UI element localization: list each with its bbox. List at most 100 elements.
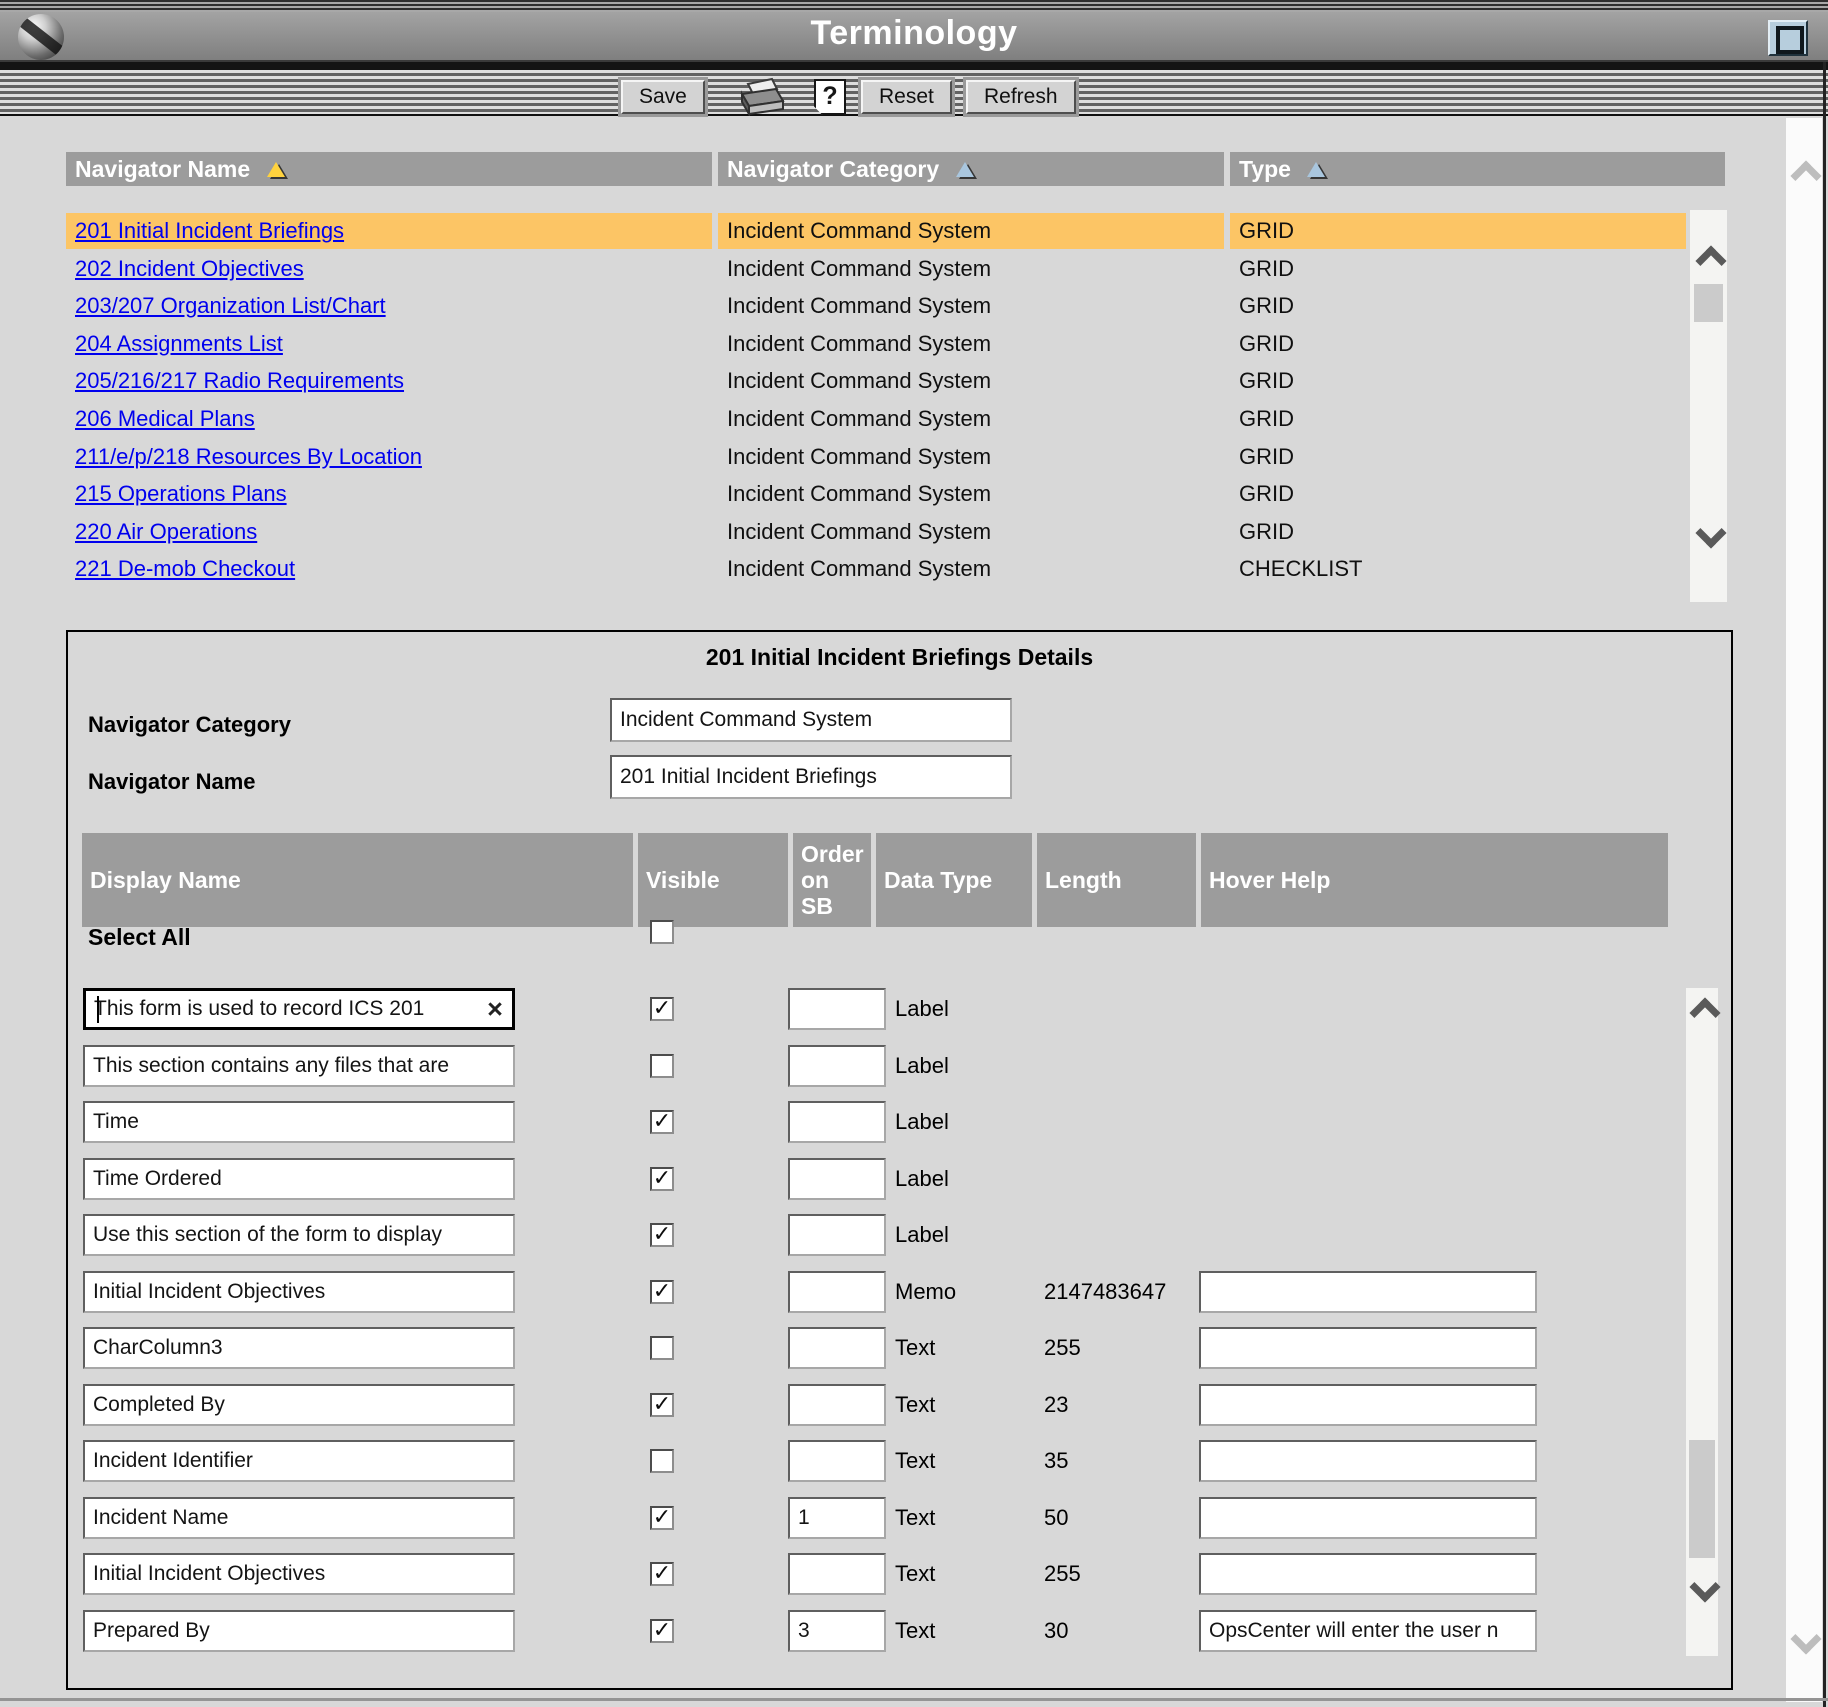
order-on-sb-input[interactable] bbox=[788, 1271, 886, 1313]
display-name-input[interactable] bbox=[83, 1610, 515, 1652]
visible-checkbox[interactable] bbox=[650, 1449, 674, 1473]
hover-help-input[interactable] bbox=[1199, 1440, 1537, 1482]
navigator-link[interactable]: 211/e/p/218 Resources By Location bbox=[75, 444, 422, 469]
nav-row-category-cell: Incident Command System bbox=[718, 288, 1224, 324]
order-on-sb-input[interactable] bbox=[788, 988, 886, 1030]
navigator-link[interactable]: 221 De-mob Checkout bbox=[75, 556, 295, 581]
display-name-input[interactable] bbox=[83, 1384, 515, 1426]
refresh-button[interactable]: Refresh bbox=[966, 80, 1076, 114]
visible-checkbox[interactable]: ✓ bbox=[650, 1167, 674, 1191]
display-name-input[interactable] bbox=[83, 1271, 515, 1313]
navigator-category-input[interactable] bbox=[610, 698, 1012, 742]
navigator-link[interactable]: 220 Air Operations bbox=[75, 519, 257, 544]
display-name-input[interactable] bbox=[83, 1101, 515, 1143]
navigator-link[interactable]: 202 Incident Objectives bbox=[75, 256, 304, 281]
nav-row-type-cell: GRID bbox=[1230, 288, 1686, 324]
visible-checkbox[interactable]: ✓ bbox=[650, 997, 674, 1021]
order-on-sb-input[interactable] bbox=[788, 1384, 886, 1426]
nav-row-type-cell: GRID bbox=[1230, 326, 1686, 362]
window-right-edge bbox=[1823, 62, 1826, 1707]
order-on-sb-input[interactable] bbox=[788, 1214, 886, 1256]
visible-checkbox[interactable]: ✓ bbox=[650, 1110, 674, 1134]
details-title: 201 Initial Incident Briefings Details bbox=[68, 644, 1731, 671]
navigator-link[interactable]: 201 Initial Incident Briefings bbox=[75, 218, 344, 243]
grid-header-order-on-sb: Order on SB bbox=[793, 833, 871, 927]
sort-ascending-icon bbox=[1307, 162, 1325, 177]
select-all-checkbox[interactable] bbox=[650, 920, 674, 944]
hover-help-input[interactable] bbox=[1199, 1610, 1537, 1652]
navigator-name-input[interactable] bbox=[610, 755, 1012, 799]
hover-help-input[interactable] bbox=[1199, 1384, 1537, 1426]
order-on-sb-input[interactable] bbox=[788, 1610, 886, 1652]
help-icon[interactable]: ? bbox=[814, 79, 846, 115]
navigator-category-label: Navigator Category bbox=[88, 712, 291, 738]
hover-help-input[interactable] bbox=[1199, 1497, 1537, 1539]
order-on-sb-input[interactable] bbox=[788, 1101, 886, 1143]
column-header-type[interactable]: Type bbox=[1230, 152, 1725, 186]
data-type-value: Label bbox=[895, 1101, 949, 1143]
display-name-input[interactable] bbox=[83, 988, 515, 1030]
nav-row-name-cell: 206 Medical Plans bbox=[66, 401, 712, 437]
clear-field-icon[interactable]: × bbox=[482, 992, 508, 1026]
order-on-sb-input[interactable] bbox=[788, 1327, 886, 1369]
display-name-input[interactable] bbox=[83, 1214, 515, 1256]
grid-header-length: Length bbox=[1037, 833, 1196, 927]
nav-row-name-cell: 205/216/217 Radio Requirements bbox=[66, 363, 712, 399]
nav-row-type-cell: GRID bbox=[1230, 401, 1686, 437]
nav-row-name-cell: 220 Air Operations bbox=[66, 514, 712, 550]
hover-help-input[interactable] bbox=[1199, 1327, 1537, 1369]
nav-row-type-cell: GRID bbox=[1230, 439, 1686, 475]
visible-checkbox[interactable]: ✓ bbox=[650, 1562, 674, 1586]
grid-header-visible: Visible bbox=[638, 833, 788, 927]
nav-row-type-cell: GRID bbox=[1230, 514, 1686, 550]
visible-checkbox[interactable]: ✓ bbox=[650, 1223, 674, 1247]
length-value: 30 bbox=[1044, 1610, 1068, 1652]
reset-button[interactable]: Reset bbox=[861, 80, 952, 114]
visible-checkbox[interactable] bbox=[650, 1336, 674, 1360]
hover-help-input[interactable] bbox=[1199, 1271, 1537, 1313]
display-name-input[interactable] bbox=[83, 1327, 515, 1369]
save-button[interactable]: Save bbox=[621, 80, 705, 114]
order-on-sb-input[interactable] bbox=[788, 1045, 886, 1087]
order-on-sb-input[interactable] bbox=[788, 1440, 886, 1482]
maximize-button[interactable] bbox=[1768, 20, 1808, 56]
data-type-value: Label bbox=[895, 988, 949, 1030]
navigator-link[interactable]: 215 Operations Plans bbox=[75, 481, 287, 506]
order-on-sb-input[interactable] bbox=[788, 1158, 886, 1200]
text-caret bbox=[97, 996, 99, 1023]
data-type-value: Label bbox=[895, 1214, 949, 1256]
nav-row-type-cell: CHECKLIST bbox=[1230, 551, 1686, 587]
nav-row-name-cell: 221 De-mob Checkout bbox=[66, 551, 712, 587]
page-scrollbar-track[interactable] bbox=[1786, 118, 1822, 1702]
visible-checkbox[interactable]: ✓ bbox=[650, 1280, 674, 1304]
display-name-input[interactable] bbox=[83, 1440, 515, 1482]
sort-ascending-icon bbox=[267, 162, 285, 177]
grid-header-display-name: Display Name bbox=[82, 833, 633, 927]
display-name-input[interactable] bbox=[83, 1553, 515, 1595]
visible-checkbox[interactable]: ✓ bbox=[650, 1506, 674, 1530]
display-name-input[interactable] bbox=[83, 1497, 515, 1539]
display-name-input[interactable] bbox=[83, 1158, 515, 1200]
navigator-link[interactable]: 205/216/217 Radio Requirements bbox=[75, 368, 404, 393]
navigator-link[interactable]: 204 Assignments List bbox=[75, 331, 283, 356]
list-scrollbar-thumb[interactable] bbox=[1694, 284, 1723, 322]
column-header-navigator-name[interactable]: Navigator Name bbox=[66, 152, 712, 186]
nav-row-category-cell: Incident Command System bbox=[718, 401, 1224, 437]
column-header-navigator-category[interactable]: Navigator Category bbox=[718, 152, 1224, 186]
select-all-label: Select All bbox=[88, 920, 191, 947]
nav-row-category-cell: Incident Command System bbox=[718, 514, 1224, 550]
order-on-sb-input[interactable] bbox=[788, 1497, 886, 1539]
nav-row-name-cell: 201 Initial Incident Briefings bbox=[66, 213, 712, 249]
order-on-sb-input[interactable] bbox=[788, 1553, 886, 1595]
visible-checkbox[interactable] bbox=[650, 1054, 674, 1078]
print-icon[interactable] bbox=[736, 76, 786, 116]
grid-header-data-type: Data Type bbox=[876, 833, 1032, 927]
display-name-input[interactable] bbox=[83, 1045, 515, 1087]
visible-checkbox[interactable]: ✓ bbox=[650, 1393, 674, 1417]
navigator-link[interactable]: 206 Medical Plans bbox=[75, 406, 255, 431]
data-type-value: Text bbox=[895, 1384, 935, 1426]
hover-help-input[interactable] bbox=[1199, 1553, 1537, 1595]
details-scrollbar-thumb[interactable] bbox=[1689, 1440, 1715, 1558]
visible-checkbox[interactable]: ✓ bbox=[650, 1619, 674, 1643]
navigator-link[interactable]: 203/207 Organization List/Chart bbox=[75, 293, 386, 318]
